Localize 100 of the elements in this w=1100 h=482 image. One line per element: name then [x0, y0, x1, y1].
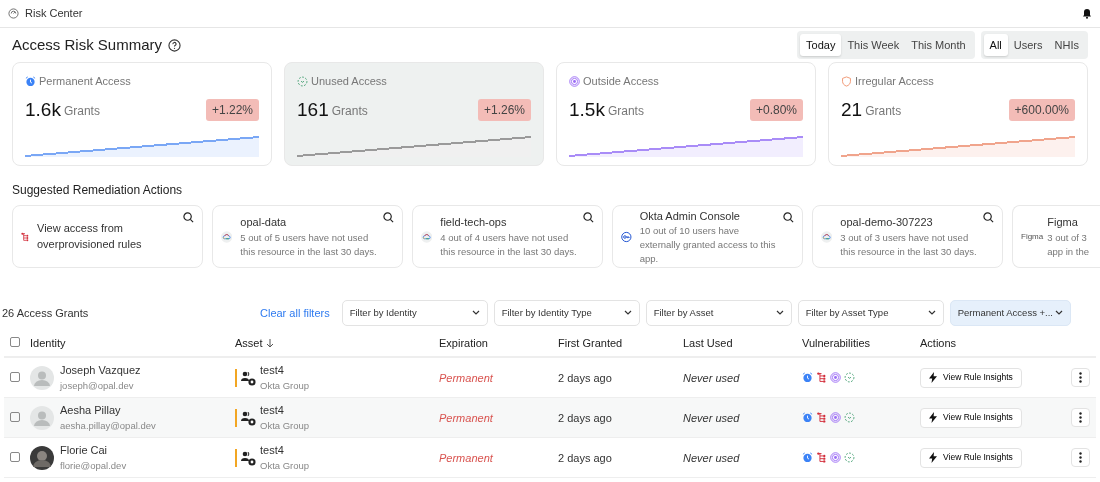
card-description: 10 out of 10 users have externally granted access to this app. — [639, 224, 777, 266]
more-options-button[interactable] — [1071, 368, 1090, 387]
card-description: 5 out of 5 users have not used this resource in the last 30 days. — [240, 231, 378, 259]
alarm-clock-icon — [802, 412, 813, 423]
segment-tab[interactable]: This Month — [905, 33, 972, 57]
metric-card[interactable]: Unused Access 161 Grants +1.26% — [284, 62, 544, 166]
remediation-card[interactable]: View access from overprovisioned rules — [12, 205, 203, 268]
card-title: opal-demo-307223 — [840, 215, 934, 231]
chevron-down-icon — [471, 310, 480, 316]
chevron-down-icon — [927, 310, 936, 316]
row-checkbox[interactable] — [10, 371, 20, 382]
asset-type: Okta Group — [260, 458, 310, 473]
user-name: Joseph Vazquez — [60, 363, 141, 379]
dashed-circle-icon — [297, 75, 308, 87]
change-badge: +600.00% — [1008, 98, 1075, 121]
clear-filters-link[interactable]: Clear all filters — [260, 304, 330, 322]
section-title: Suggested Remediation Actions — [12, 182, 184, 199]
asset-name: test4 — [260, 443, 285, 459]
user-email: joseph@opal.dev — [60, 378, 135, 393]
metric-unit: Grants — [607, 103, 644, 121]
segment-tab[interactable]: Users — [1007, 33, 1049, 57]
metric-title: Outside Access — [583, 74, 659, 89]
remediation-card[interactable]: opal-demo-307223 3 out of 3 users have not used this resource in the last 30 days. — [812, 205, 1003, 268]
lightning-icon — [929, 412, 937, 423]
metric-card[interactable]: Permanent Access 1.6k Grants +1.22% — [12, 62, 272, 166]
card-description: 3 out of 3 app in the — [1047, 231, 1090, 259]
view-insights-button[interactable]: View Rule Insights — [920, 407, 1022, 428]
search-icon[interactable] — [983, 212, 994, 223]
user-email: florie@opal.dev — [60, 458, 127, 473]
column-header: Actions — [920, 335, 957, 351]
filter-dropdown[interactable]: Filter by Asset — [645, 300, 792, 326]
group-icon — [235, 367, 257, 388]
search-icon[interactable] — [583, 212, 594, 223]
hierarchy-icon — [816, 372, 827, 383]
metric-title: Unused Access — [311, 74, 387, 89]
chevron-down-icon — [775, 310, 784, 316]
remediation-card[interactable]: Figma Figma 3 out of 3 app in the — [1012, 205, 1100, 268]
metric-card[interactable]: Outside Access 1.5k Grants +0.80% — [556, 62, 816, 166]
remediation-card[interactable]: Okta Admin Console 10 out of 10 users have externally granted access to this app. — [612, 205, 803, 268]
card-title: Okta Admin Console — [639, 208, 741, 224]
target-icon — [569, 75, 580, 87]
metric-value: 1.5k — [569, 97, 605, 122]
row-checkbox[interactable] — [10, 451, 20, 462]
remediation-card[interactable]: opal-data 5 out of 5 users have not used this resource in the last 30 days. — [212, 205, 403, 268]
group-icon — [235, 447, 257, 468]
filter-dropdown[interactable]: Filter by Identity — [341, 300, 488, 326]
alarm-clock-icon — [802, 452, 813, 463]
change-badge: +1.22% — [205, 98, 259, 121]
column-header: First Granted — [558, 335, 623, 351]
lightning-icon — [929, 372, 937, 383]
card-title: Figma — [1047, 215, 1079, 231]
dashed-circle-icon — [844, 412, 855, 423]
remediation-card[interactable]: field-tech-ops 4 out of 4 users have not used this resource in the last 30 days. — [412, 205, 603, 268]
notification-bell-icon[interactable] — [1082, 8, 1092, 19]
asset-type: Okta Group — [260, 378, 310, 393]
first-granted-text: 2 days ago — [558, 451, 612, 464]
row-checkbox[interactable] — [10, 411, 20, 422]
segment-tab[interactable]: Today — [800, 33, 842, 57]
search-icon[interactable] — [183, 212, 194, 223]
segment-tab[interactable]: This Week — [841, 33, 906, 57]
asset-type: Okta Group — [260, 418, 310, 433]
group-icon — [235, 407, 257, 428]
last-used-text: Never used — [683, 371, 740, 384]
search-icon[interactable] — [383, 212, 394, 223]
asset-name: test4 — [260, 363, 285, 379]
more-options-button[interactable] — [1071, 448, 1090, 467]
metric-card[interactable]: Irregular Access 21 Grants +600.00% — [828, 62, 1088, 166]
segment-tab[interactable]: All — [983, 33, 1008, 57]
page-title: Risk Center — [25, 6, 83, 22]
lightning-icon — [929, 452, 937, 463]
kebab-icon — [1079, 412, 1082, 423]
view-insights-button[interactable]: View Rule Insights — [920, 447, 1022, 468]
chevron-down-icon — [1054, 310, 1063, 316]
search-icon[interactable] — [783, 212, 794, 223]
metric-unit: Grants — [865, 103, 902, 121]
column-header[interactable]: Asset — [235, 334, 263, 352]
shield-icon — [841, 75, 852, 87]
figma-logo: Figma — [1021, 230, 1044, 243]
first-granted-text: 2 days ago — [558, 371, 612, 384]
metric-title: Irregular Access — [855, 74, 934, 89]
expiration-text: Permanent — [439, 451, 493, 464]
target-icon — [830, 452, 841, 463]
user-name: Aesha Pillay — [60, 403, 122, 419]
segment-tab[interactable]: NHIs — [1048, 33, 1085, 57]
card-title: opal-data — [240, 215, 288, 231]
view-insights-button[interactable]: View Rule Insights — [920, 367, 1022, 388]
column-header: Expiration — [439, 335, 488, 351]
help-icon[interactable] — [168, 38, 182, 52]
more-options-button[interactable] — [1071, 408, 1090, 427]
expiration-text: Permanent — [439, 411, 493, 424]
expiration-text: Permanent — [439, 371, 493, 384]
select-all-checkbox[interactable] — [10, 336, 20, 347]
filter-dropdown[interactable]: Filter by Identity Type — [493, 300, 640, 326]
dashed-circle-icon — [844, 372, 855, 383]
column-header: Vulnerabilities — [802, 335, 871, 351]
last-used-text: Never used — [683, 411, 740, 424]
filter-dropdown[interactable]: Permanent Access +... — [949, 300, 1071, 326]
filter-dropdown[interactable]: Filter by Asset Type — [797, 300, 944, 326]
section-title: Access Risk Summary — [12, 34, 163, 55]
card-description: 3 out of 3 users have not used this resource in the last 30 days. — [840, 231, 978, 259]
